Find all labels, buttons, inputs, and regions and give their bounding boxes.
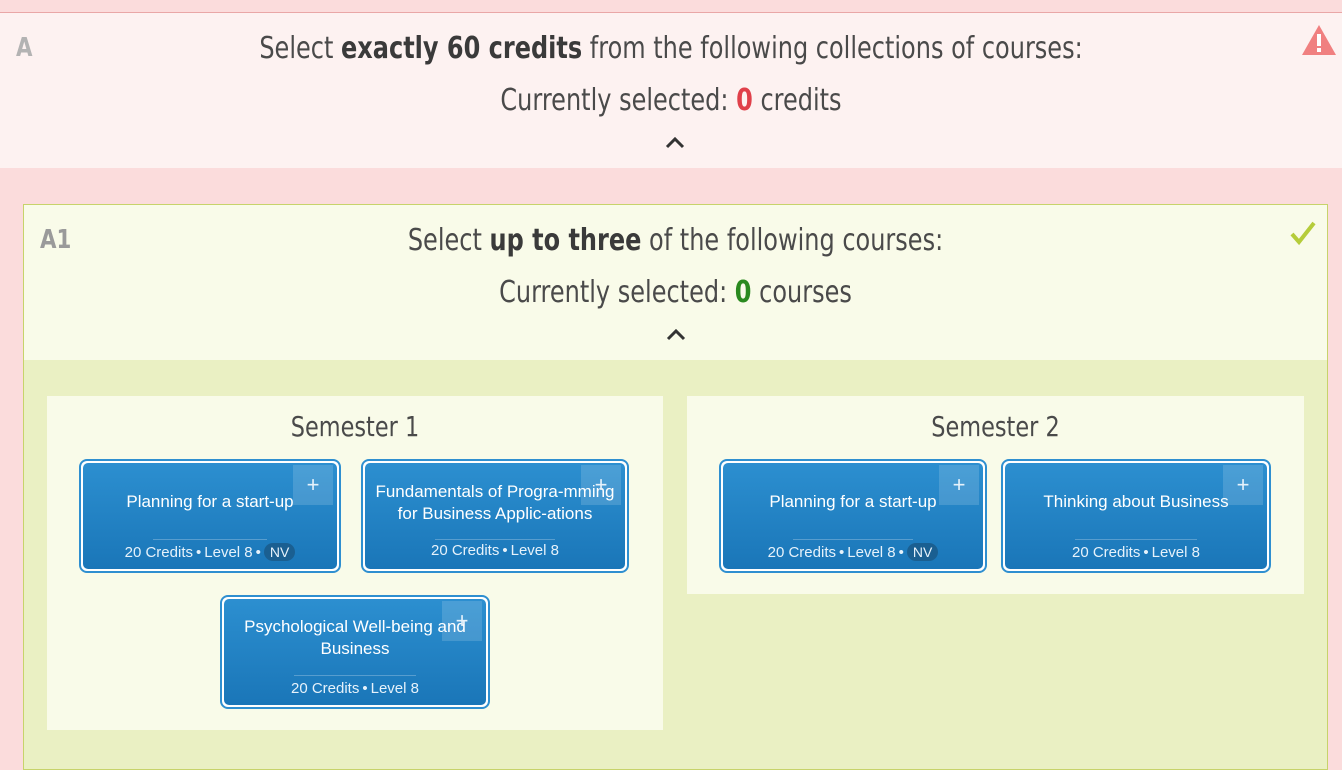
collection-group-a1: A1 Select up to three of the following c… [23,204,1328,770]
course-tile[interactable]: Planning for a start-up 20 Credits • Level… [79,459,341,573]
semester-2-panel: Semester 2 Planning for a start-up 20 Cr… [687,396,1304,594]
divider [435,539,555,540]
course-tile[interactable]: Psychological Well-being and Business 20… [220,595,490,709]
semester-title: Semester 1 [290,410,420,443]
semester-1-panel: Semester 1 Planning for a start-up 20 Cr… [47,396,663,730]
collapse-chevron-up-icon[interactable] [665,327,687,341]
group-selected-summary: Currently selected: 0 courses [499,275,852,310]
semester-title: Semester 2 [931,410,1060,443]
selected-courses-count: 0 [734,275,752,310]
course-meta: 20 Credits • Level 8 [1071,544,1200,561]
group-instruction: Select exactly 60 credits from the follo… [259,31,1083,66]
add-course-button[interactable]: + [442,601,482,641]
warning-icon [1302,25,1336,55]
course-meta: 20 Credits • Level 8 [290,680,419,697]
group-selected-summary: Currently selected: 0 credits [500,83,842,118]
add-course-button[interactable]: + [1223,465,1263,505]
nv-badge: NV [263,543,296,561]
check-icon [1290,221,1316,246]
group-label: A1 [40,225,72,255]
nv-badge: NV [906,543,939,561]
divider [793,539,913,540]
course-meta: 20 Credits • Level 8 • NV [83,543,337,561]
course-tile[interactable]: Fundamentals of Progra-mming for Busines… [361,459,629,573]
divider [153,539,267,540]
add-course-button[interactable]: + [581,465,621,505]
group-label: A [16,33,33,63]
add-course-button[interactable]: + [293,465,333,505]
course-tile[interactable]: Thinking about Business 20 Credits • Level… [1001,459,1271,573]
group-header: A1 Select up to three of the following c… [24,205,1327,360]
course-tile[interactable]: Planning for a start-up 20 Credits • Level… [719,459,987,573]
collection-group-a: A Select exactly 60 credits from the fol… [0,12,1342,168]
selected-credits-count: 0 [736,83,753,118]
divider [294,675,416,676]
course-meta: 20 Credits • Level 8 [430,542,559,559]
divider [1075,539,1197,540]
group-instruction: Select up to three of the following cour… [407,223,944,258]
course-meta: 20 Credits • Level 8 • NV [723,543,983,561]
add-course-button[interactable]: + [939,465,979,505]
collapse-chevron-up-icon[interactable] [664,135,686,149]
